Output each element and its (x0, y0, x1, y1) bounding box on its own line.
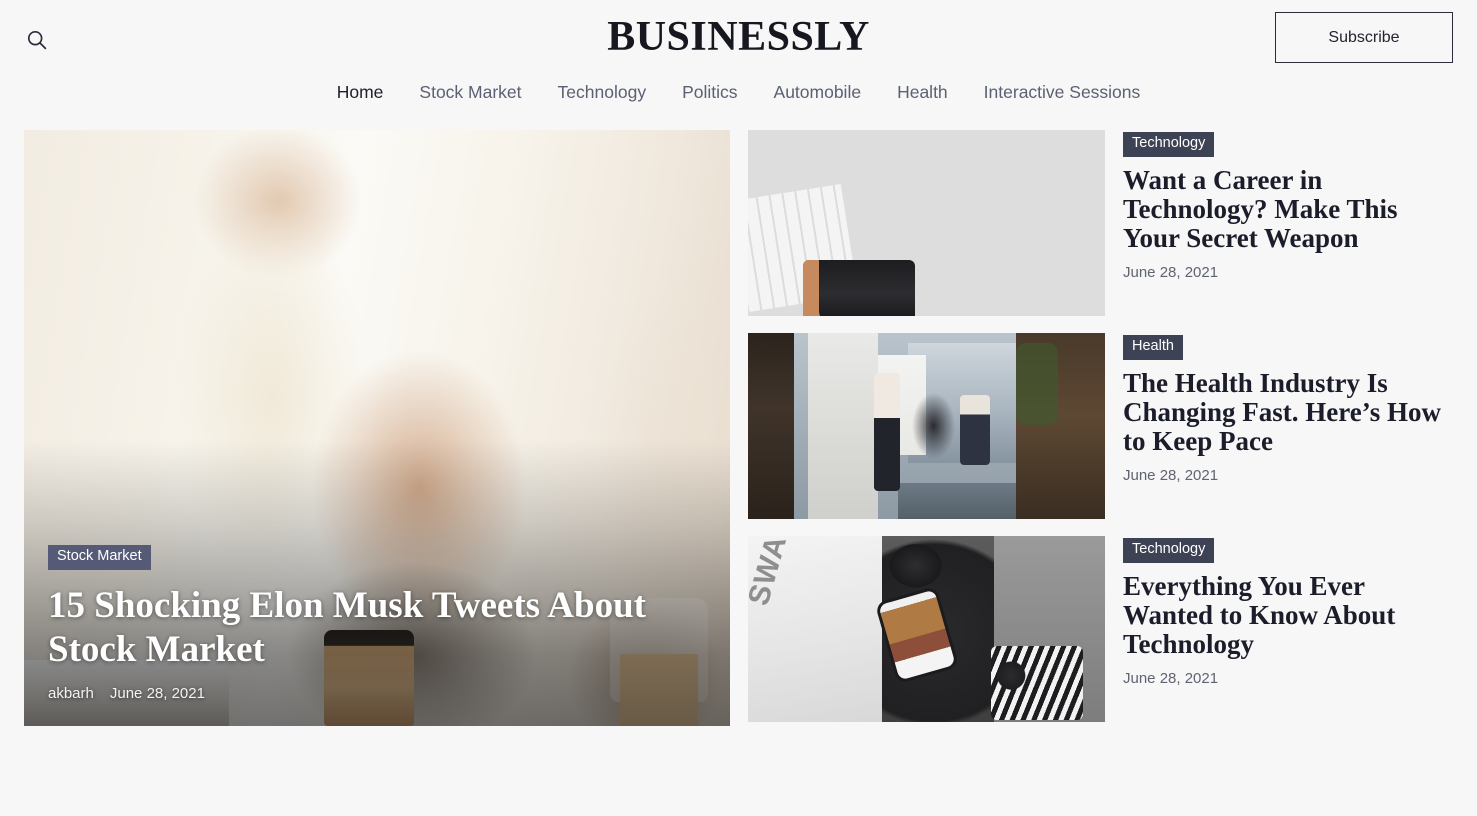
story-body: Technology Everything You Ever Wanted to… (1123, 536, 1453, 687)
story-category-badge[interactable]: Technology (1123, 538, 1215, 563)
story-title[interactable]: Want a Career in Technology? Make This Y… (1123, 165, 1453, 253)
story-thumbnail[interactable] (748, 333, 1105, 519)
site-logo[interactable]: BUSINESSLY (0, 14, 1477, 60)
hero-text-block: Stock Market 15 Shocking Elon Musk Tweet… (48, 545, 690, 702)
nav-item-home[interactable]: Home (337, 82, 384, 103)
hero-meta: akbarh June 28, 2021 (48, 685, 690, 702)
story-card-technology-career[interactable]: Technology Want a Career in Technology? … (748, 130, 1453, 316)
hero-author[interactable]: akbarh (48, 685, 94, 702)
site-header: BUSINESSLY Subscribe Home Stock Market T… (0, 0, 1477, 130)
nav-item-interactive-sessions[interactable]: Interactive Sessions (984, 82, 1141, 103)
nav-item-stock-market[interactable]: Stock Market (419, 82, 521, 103)
story-date: June 28, 2021 (1123, 466, 1219, 484)
hero-category-badge[interactable]: Stock Market (48, 545, 151, 570)
story-date: June 28, 2021 (1123, 669, 1219, 687)
nav-item-automobile[interactable]: Automobile (774, 82, 862, 103)
subscribe-button[interactable]: Subscribe (1275, 12, 1453, 63)
hero-date: June 28, 2021 (109, 685, 205, 702)
main-navigation: Home Stock Market Technology Politics Au… (0, 82, 1477, 103)
story-thumbnail[interactable] (748, 130, 1105, 316)
hero-article-card[interactable]: Stock Market 15 Shocking Elon Musk Tweet… (24, 130, 730, 726)
story-title[interactable]: The Health Industry Is Changing Fast. He… (1123, 368, 1453, 456)
story-body: Health The Health Industry Is Changing F… (1123, 333, 1453, 484)
story-card-everything-technology[interactable]: SWAGGER Technology Everything You Ever W… (748, 536, 1453, 722)
story-category-badge[interactable]: Health (1123, 335, 1183, 360)
nav-item-health[interactable]: Health (897, 82, 948, 103)
story-category-badge[interactable]: Technology (1123, 132, 1215, 157)
nav-item-technology[interactable]: Technology (558, 82, 647, 103)
main-content: Stock Market 15 Shocking Elon Musk Tweet… (0, 130, 1477, 726)
story-title[interactable]: Everything You Ever Wanted to Know About… (1123, 571, 1453, 659)
story-list: Technology Want a Career in Technology? … (748, 130, 1453, 722)
nav-item-politics[interactable]: Politics (682, 82, 737, 103)
hero-title[interactable]: 15 Shocking Elon Musk Tweets About Stock… (48, 584, 690, 672)
story-card-health-industry[interactable]: Health The Health Industry Is Changing F… (748, 333, 1453, 519)
story-date: June 28, 2021 (1123, 263, 1219, 281)
magazine-cover-word: SWAGGER (748, 536, 820, 609)
story-thumbnail[interactable]: SWAGGER (748, 536, 1105, 722)
story-body: Technology Want a Career in Technology? … (1123, 130, 1453, 281)
